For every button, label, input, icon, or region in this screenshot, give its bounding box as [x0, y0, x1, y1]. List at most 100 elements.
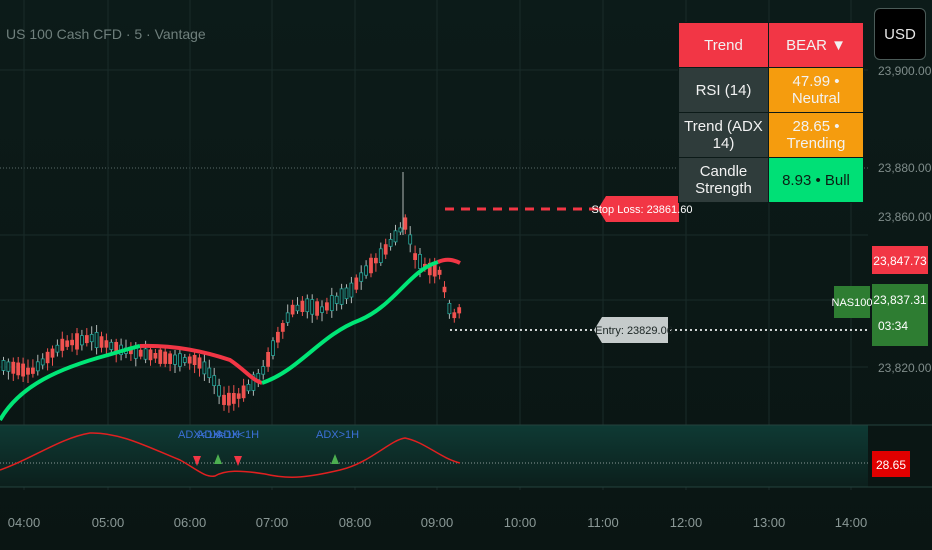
candle-body — [271, 340, 275, 356]
svg-text:14:00: 14:00 — [835, 515, 868, 530]
svg-text:Stop Loss: 23861.60: Stop Loss: 23861.60 — [592, 204, 693, 216]
candle-body — [236, 393, 241, 399]
table-row: Candle Strength 8.93 • Bull — [678, 157, 864, 203]
svg-text:ADX<1H: ADX<1H — [216, 429, 259, 441]
candle-body — [187, 356, 192, 364]
svg-text:04:00: 04:00 — [8, 515, 41, 530]
entry-tag: Entry: 23829.06 — [594, 317, 673, 343]
candle-body — [432, 264, 437, 277]
svg-text:07:00: 07:00 — [256, 515, 289, 530]
candle-body — [50, 348, 55, 358]
adx-trend-value: 28.65 • Trending — [768, 112, 864, 158]
candle-body — [6, 361, 11, 372]
candle-body — [300, 300, 305, 312]
high-price-label: 23,847.73 — [872, 246, 928, 274]
candle-body — [349, 282, 354, 298]
table-row: Trend BEAR ▼ — [678, 22, 864, 68]
candle-body — [163, 351, 168, 364]
candle-body — [403, 217, 408, 230]
indicator-table: Trend BEAR ▼ RSI (14) 47.99 • Neutral Tr… — [678, 22, 864, 203]
candle-strength-value: 8.93 • Bull — [768, 157, 864, 203]
candle-body — [75, 333, 79, 350]
candle-body — [143, 348, 148, 360]
candle-body — [99, 336, 104, 348]
candle-body — [173, 354, 177, 365]
candle-body — [290, 304, 295, 315]
candle-body — [447, 302, 452, 315]
candle-body — [84, 335, 89, 344]
trend-value: BEAR ▼ — [768, 22, 864, 68]
candle-body — [359, 272, 364, 282]
candle-body — [11, 361, 16, 374]
candle-body — [241, 385, 246, 399]
candle-body — [207, 367, 212, 378]
candle-body — [315, 301, 320, 316]
candle-body — [398, 227, 403, 233]
svg-text:12:00: 12:00 — [670, 515, 703, 530]
symbol-tag: NAS100 — [832, 286, 873, 318]
candle-body — [226, 392, 231, 406]
svg-text:06:00: 06:00 — [174, 515, 207, 530]
candle-body — [231, 393, 236, 404]
svg-text:ADX>1H: ADX>1H — [316, 429, 359, 441]
svg-text:Entry: 23829.06: Entry: 23829.06 — [595, 325, 673, 337]
candle-body — [168, 353, 173, 364]
candle-body — [334, 295, 339, 304]
candle-body — [369, 257, 373, 274]
candle-body — [1, 360, 6, 371]
currency-button[interactable]: USD — [874, 8, 926, 60]
candle-body — [305, 298, 310, 313]
symbol-title: US 100 Cash CFD · 5 · Vantage — [6, 26, 206, 42]
svg-text:05:00: 05:00 — [92, 515, 125, 530]
candle-strength-label: Candle Strength — [678, 157, 769, 203]
candle-body — [246, 383, 251, 392]
trend-label: Trend — [678, 22, 769, 68]
current-price-label: 23,837.31 03:34 — [872, 284, 928, 346]
candle-body — [378, 248, 383, 263]
svg-text:09:00: 09:00 — [421, 515, 454, 530]
candle-body — [295, 304, 300, 312]
candle-body — [217, 385, 222, 397]
candle-body — [80, 335, 84, 346]
candle-body — [70, 339, 74, 346]
candle-body — [30, 367, 35, 374]
candle-body — [383, 244, 388, 255]
svg-text:NAS100: NAS100 — [832, 297, 873, 309]
candle-body — [280, 323, 285, 332]
candle-body — [177, 353, 182, 367]
candle-body — [310, 299, 315, 315]
candle-body — [60, 338, 65, 351]
candle-body — [197, 357, 202, 369]
svg-text:23,860.00: 23,860.00 — [878, 210, 932, 224]
candle-body — [104, 340, 109, 348]
candle-body — [89, 334, 94, 343]
candle-body — [364, 265, 369, 276]
table-row: Trend (ADX 14) 28.65 • Trending — [678, 112, 864, 158]
indicator-pane — [0, 425, 868, 487]
candle-body — [344, 287, 349, 300]
candle-body — [153, 352, 158, 359]
svg-text:23,820.00: 23,820.00 — [878, 361, 932, 375]
candle-body — [442, 286, 447, 293]
candle-body — [138, 349, 143, 357]
candle-body — [275, 331, 280, 343]
candle-body — [192, 354, 197, 366]
candle-body — [148, 349, 153, 361]
candle-body — [109, 341, 114, 350]
svg-text:10:00: 10:00 — [504, 515, 537, 530]
candle-body — [16, 362, 21, 376]
candle-body — [324, 302, 329, 311]
svg-text:23,837.31: 23,837.31 — [873, 293, 927, 307]
table-row: RSI (14) 47.99 • Neutral — [678, 67, 864, 113]
candle-body — [21, 363, 26, 377]
svg-text:23,847.73: 23,847.73 — [873, 254, 927, 268]
candle-body — [339, 288, 344, 305]
candle-body — [202, 361, 207, 375]
svg-text:11:00: 11:00 — [587, 515, 619, 530]
candle-body — [393, 230, 398, 243]
svg-text:23,900.00: 23,900.00 — [878, 64, 932, 78]
candle-body — [40, 358, 45, 366]
candle-body — [222, 394, 226, 405]
candle-body — [261, 366, 266, 375]
svg-text:28.65: 28.65 — [876, 458, 906, 472]
